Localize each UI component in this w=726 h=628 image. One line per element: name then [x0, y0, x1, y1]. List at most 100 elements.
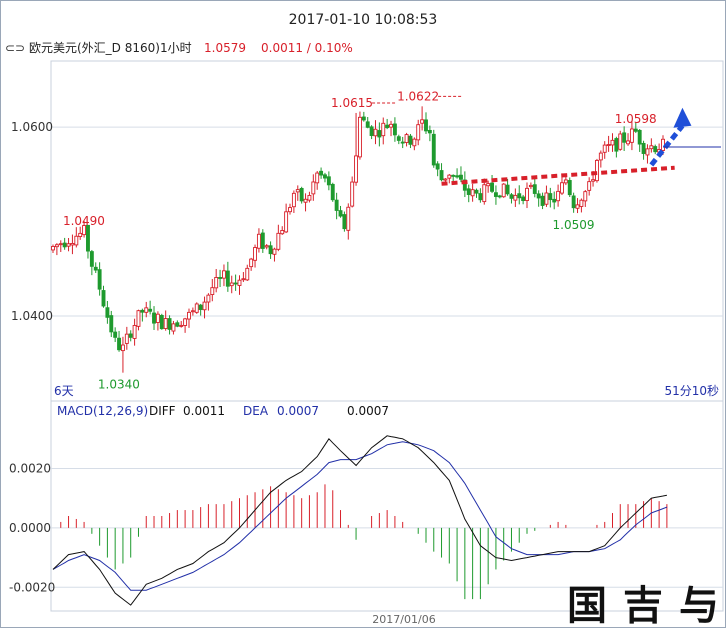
candle-body [315, 172, 320, 184]
candle-body [280, 230, 285, 235]
candle-body [528, 184, 533, 188]
candle-body [179, 324, 184, 327]
price-extreme-label: 1.0490 [63, 214, 105, 228]
candle-body [132, 325, 137, 339]
candle-body [610, 139, 615, 146]
price-extreme-label: 1.0598 [615, 112, 657, 126]
candle-body [525, 187, 529, 201]
symbol-label[interactable]: 欧元美元(外汇_D 8160)1小时 [29, 37, 192, 59]
candle-body [58, 243, 63, 246]
candle-body [222, 270, 226, 279]
candle-body [653, 146, 658, 153]
candle-body [501, 183, 506, 198]
candle-body [354, 155, 359, 183]
candle-body [338, 210, 343, 217]
candle-body [175, 322, 180, 327]
candle-body [361, 116, 366, 121]
candle-body [70, 243, 75, 246]
candle-body [486, 183, 491, 187]
candle-body [284, 211, 289, 233]
candle-body [497, 195, 502, 198]
candle-body [470, 189, 475, 197]
candle-body [396, 136, 401, 141]
candle-body [303, 198, 308, 203]
candle-body [404, 134, 409, 143]
candle-body [385, 124, 390, 129]
candle-body [556, 190, 561, 202]
candle-body [373, 128, 378, 137]
candle-body [602, 144, 607, 153]
candle-body [439, 170, 444, 181]
price-extreme-label: 1.0615 [331, 96, 373, 110]
candle-body [256, 233, 261, 249]
candle-body [424, 119, 428, 132]
candle-body [591, 179, 596, 182]
candle-body [357, 116, 362, 158]
candle-body [152, 312, 156, 324]
candle-body [645, 148, 650, 156]
candle-body [420, 119, 425, 124]
candle-body [260, 232, 265, 249]
candle-body [490, 182, 494, 192]
candle-body [544, 192, 549, 205]
candle-body [493, 192, 498, 197]
candle-body [548, 193, 553, 201]
price-tick-label: 1.0600 [11, 120, 53, 134]
candle-body [552, 198, 557, 203]
candle-body [120, 344, 125, 352]
candle-body [183, 318, 188, 326]
timestamp: 2017-01-10 10:08:53 [288, 12, 438, 28]
candle-body [264, 245, 269, 248]
price-extreme-label: 1.0509 [553, 218, 595, 232]
candle-body [202, 301, 207, 311]
left-period-note: 6天 [54, 384, 74, 398]
candle-body [241, 278, 246, 281]
candle-body [571, 195, 576, 209]
candle-body [245, 267, 250, 281]
candle-body [62, 242, 67, 248]
candle-body [97, 269, 102, 290]
chart-window: 2017-01-10 10:08:53 ⊂⊃ 欧元美元(外汇_D 8160)1小… [0, 0, 726, 628]
candle-body [560, 182, 564, 194]
candle-body [148, 308, 153, 312]
macd-tick-label: 0.0000 [9, 521, 51, 535]
price-axis: 1.0400 1.0600 [11, 120, 53, 323]
candle-body [400, 141, 405, 144]
candle-body [629, 128, 634, 143]
candle-body [513, 194, 518, 201]
candle-body [206, 294, 211, 303]
candle-body [466, 188, 471, 195]
candle-body [214, 277, 219, 289]
candle-body [74, 235, 79, 246]
candle-body [101, 290, 106, 307]
candle-body [190, 310, 195, 313]
candle-body [144, 307, 149, 313]
candle-body [291, 192, 296, 208]
candle-body [626, 140, 630, 145]
candle-body [649, 145, 654, 150]
candle-body [598, 152, 603, 161]
macd-diff-value: 0.0011 [183, 404, 225, 418]
candle-body [249, 258, 254, 268]
candle-body [288, 207, 292, 213]
candle-body [614, 138, 619, 152]
x-axis-date-label: 2017/01/06 [372, 613, 435, 626]
chart-link-icon[interactable]: ⊂⊃ [5, 37, 25, 59]
candle-body [140, 309, 145, 313]
candle-body [272, 248, 277, 255]
macd-tick-label: 0.0020 [9, 462, 51, 476]
candle-body [66, 243, 71, 247]
macd-hist-value: 0.0007 [347, 404, 389, 418]
macd-dea-value: 0.0007 [277, 404, 319, 418]
candle-body [482, 184, 487, 203]
candle-body [342, 214, 347, 230]
candle-body [194, 303, 199, 313]
candle-body [622, 132, 627, 143]
candle-body [307, 194, 312, 201]
candle-body [517, 193, 522, 199]
candle-body [218, 277, 223, 279]
candle-body [412, 138, 417, 147]
candle-body [459, 174, 463, 180]
chart-canvas[interactable]: 1.0400 1.0600 1.0490 1.0340 1.0615 1.0622 1.0… [1, 59, 725, 628]
candle-body [350, 181, 355, 207]
